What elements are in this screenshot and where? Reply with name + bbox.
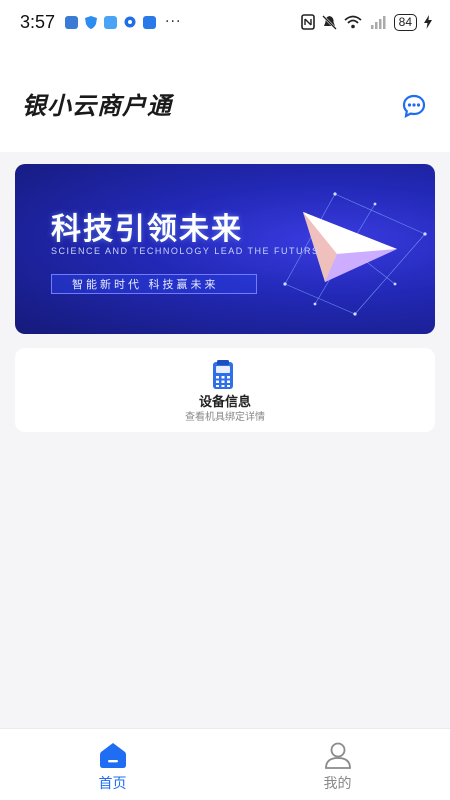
- banner-tagline-bar: 智能新时代 科技赢未来: [51, 274, 257, 294]
- system-icons: 84: [300, 13, 432, 31]
- bottom-tab-bar: 首页 我的: [0, 728, 450, 800]
- wifi-icon: [344, 15, 362, 29]
- tab-home-label: 首页: [98, 776, 127, 792]
- charging-icon: [424, 15, 432, 29]
- banner-title: 科技引领未来: [51, 212, 243, 247]
- device-info-subtitle: 查看机具绑定详情: [185, 412, 265, 423]
- cloud-app-icon: [104, 15, 118, 29]
- shield-icon: [85, 15, 98, 29]
- mute-bell-icon: [321, 14, 337, 30]
- signal-icon: [370, 16, 386, 29]
- nfc-icon: [300, 14, 315, 30]
- circle-app-icon: [124, 16, 136, 28]
- status-time: 3:57: [20, 11, 56, 32]
- promo-banner[interactable]: 科技引领未来 SCIENCE AND TECHNOLOGY LEAD THE F…: [15, 164, 435, 334]
- notification-icons: ···: [65, 14, 181, 30]
- chat-bubble-icon: [402, 94, 426, 118]
- tab-home[interactable]: 首页: [0, 729, 225, 800]
- battery-level: 84: [393, 13, 417, 31]
- tab-mine[interactable]: 我的: [225, 729, 450, 800]
- usb-icon: [65, 15, 79, 29]
- home-icon: [100, 743, 126, 768]
- device-info-card[interactable]: 设备信息 查看机具绑定详情: [15, 348, 435, 432]
- page-title: 银小云商户通: [22, 92, 172, 120]
- tab-mine-label: 我的: [323, 776, 352, 792]
- store-app-icon: [143, 15, 157, 29]
- banner-subtitle: SCIENCE AND TECHNOLOGY LEAD THE FUTURS: [51, 246, 320, 256]
- pos-terminal-icon: [213, 360, 233, 389]
- more-notifications-icon: ···: [165, 14, 182, 30]
- app-header: 银小云商户通: [0, 44, 450, 152]
- message-button[interactable]: [402, 94, 426, 118]
- status-bar: 3:57 ··· 84: [0, 0, 450, 44]
- banner-tagline: 智能新时代 科技赢未来: [72, 278, 219, 291]
- user-icon: [325, 742, 351, 769]
